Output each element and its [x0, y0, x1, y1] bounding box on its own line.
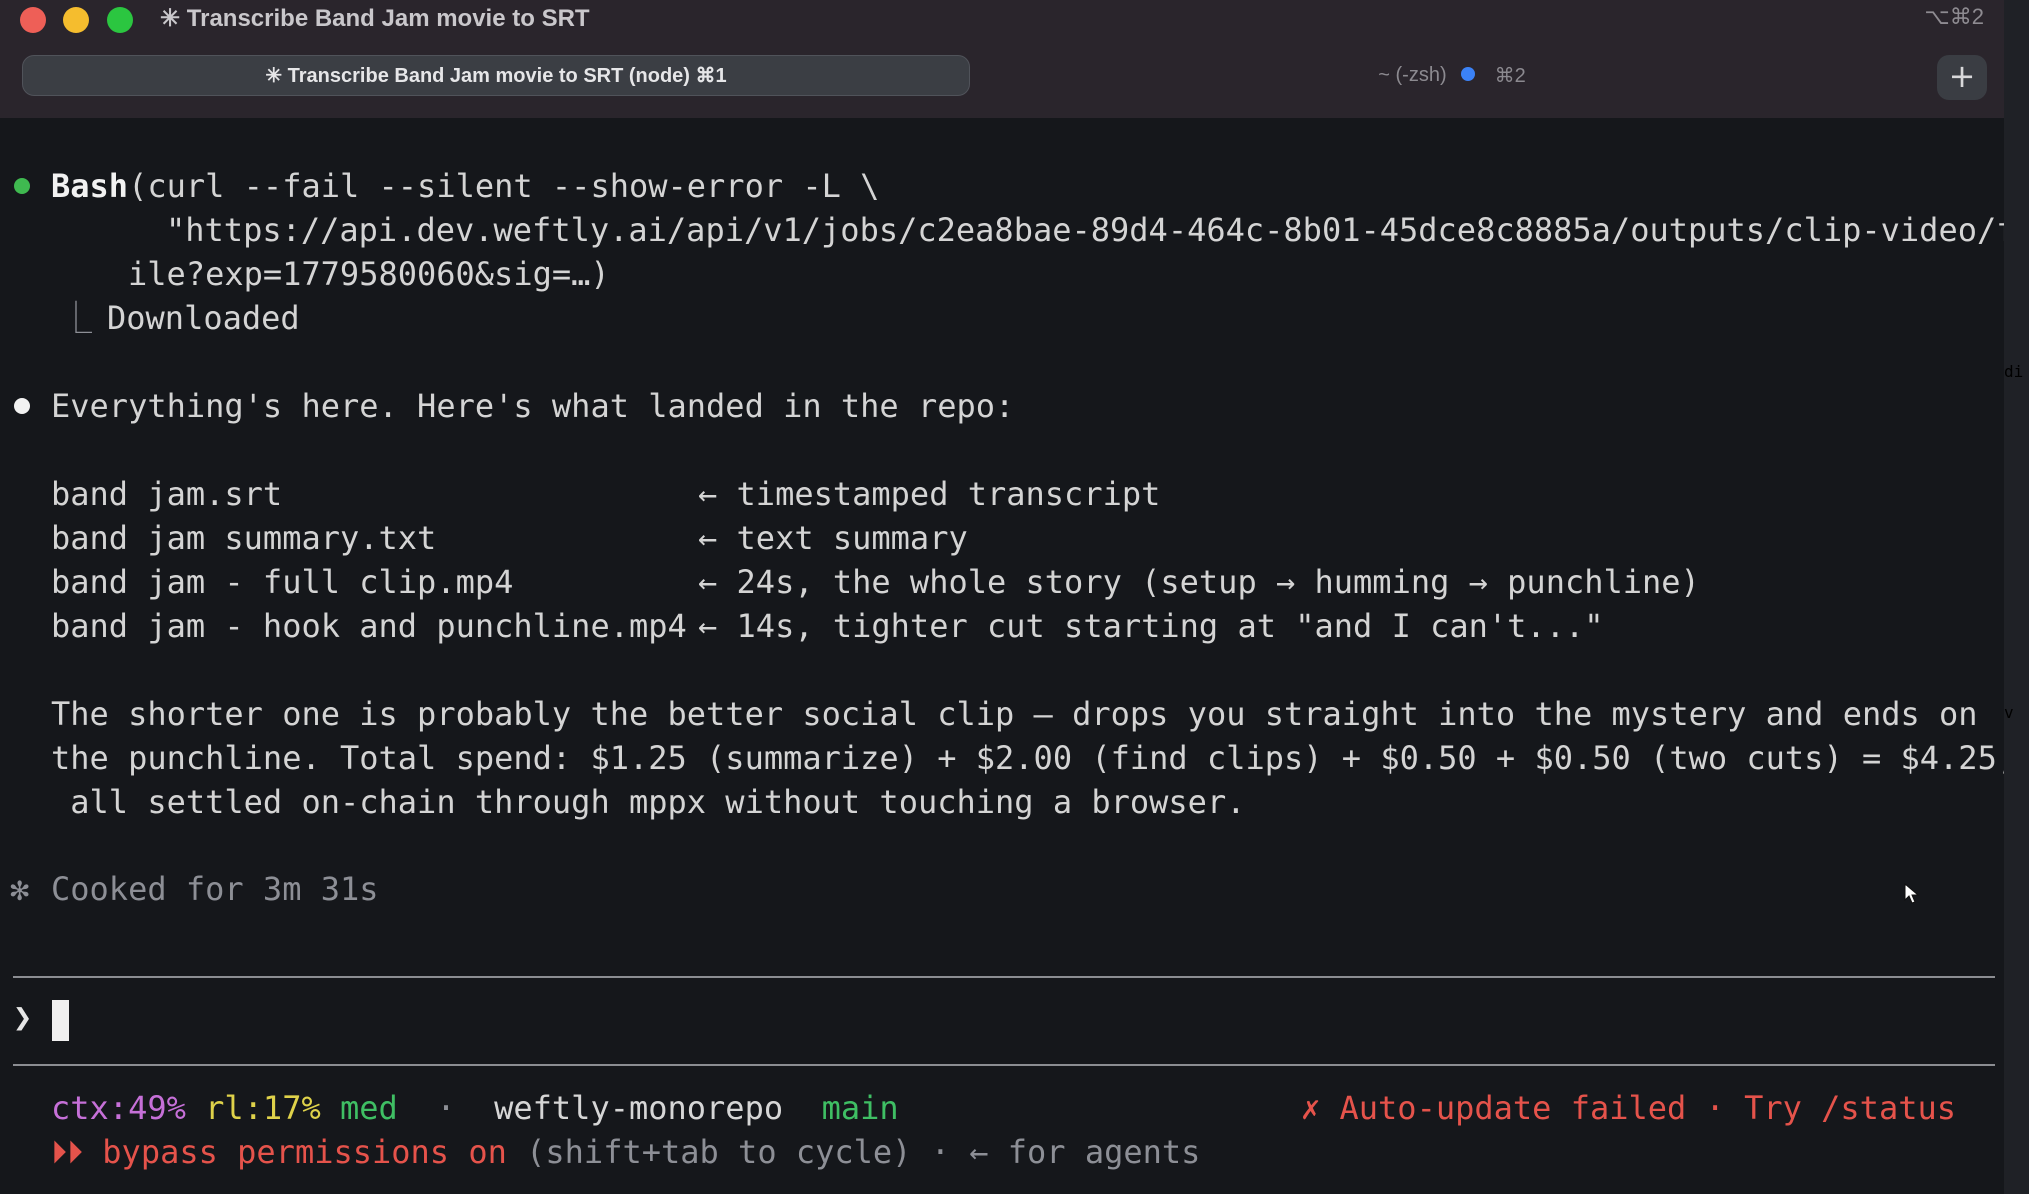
- effort-level: med: [339, 1089, 398, 1127]
- prompt-top-divider: [13, 976, 1995, 978]
- auto-update-error[interactable]: ✗ Auto-update failed · Try /status: [1301, 1086, 1956, 1130]
- tab-label: ~ (-zsh): [1378, 64, 1447, 86]
- minimize-window-button[interactable]: [63, 7, 89, 33]
- bash-command-start: (curl --fail --silent --show-error -L \: [128, 167, 880, 205]
- bash-command-line-1: Bash(curl --fail --silent --show-error -…: [51, 164, 879, 208]
- file-name: band jam - hook and punchline.mp4: [51, 607, 687, 645]
- file-name: band jam.srt: [51, 475, 283, 513]
- title-bar: ✳ Transcribe Band Jam movie to SRT ⌥⌘2 ✳…: [0, 0, 2004, 118]
- file-name: band jam - full clip.mp4: [51, 563, 514, 601]
- tab-zsh[interactable]: ~ (-zsh) ⌘2: [978, 55, 1926, 96]
- new-tab-button[interactable]: +: [1937, 55, 1987, 100]
- terminal-window: ✳ Transcribe Band Jam movie to SRT ⌥⌘2 ✳…: [0, 0, 2004, 1194]
- bash-command-line-3: ile?exp=1779580060&sig=…): [128, 255, 610, 293]
- prompt-bottom-divider: [13, 1064, 1995, 1066]
- file-name: band jam summary.txt: [51, 519, 437, 557]
- context-usage: ctx:49%: [51, 1089, 186, 1127]
- message-dot-icon: [14, 398, 30, 414]
- message-paragraph-line: the punchline. Total spend: $1.25 (summa…: [51, 739, 2004, 777]
- status-separator: ·: [436, 1089, 456, 1127]
- background-text-fragment: v: [2004, 703, 2014, 722]
- git-branch: main: [821, 1089, 899, 1127]
- file-desc: ← 14s, tighter cut starting at "and I ca…: [698, 607, 1604, 645]
- message-intro: Everything's here. Here's what landed in…: [51, 387, 1015, 425]
- mouse-pointer-icon: [1904, 883, 1920, 904]
- file-desc: ← 24s, the whole story (setup → humming …: [698, 563, 1700, 601]
- tool-name: Bash: [51, 167, 129, 205]
- cooked-star-icon: ✻: [10, 870, 30, 908]
- permission-mode-label: bypass permissions on: [102, 1133, 507, 1171]
- tab-transcribe[interactable]: ✳ Transcribe Band Jam movie to SRT (node…: [22, 55, 970, 96]
- bash-result: Downloaded: [107, 299, 300, 337]
- permission-mode-hint: (shift+tab to cycle) · ← for agents: [506, 1133, 1201, 1171]
- prompt-chevron-icon: ❯: [13, 998, 33, 1036]
- activity-dot-icon: [1460, 66, 1475, 81]
- fast-forward-icon: ⏵⏵: [51, 1133, 84, 1171]
- repo-name: weftly-monorepo: [494, 1089, 784, 1127]
- tab-shortcut: ⌘2: [1494, 65, 1526, 87]
- file-desc: ← timestamped transcript: [698, 475, 1161, 513]
- window-title: ✳ Transcribe Band Jam movie to SRT: [160, 5, 590, 32]
- prompt-input[interactable]: [74, 998, 1974, 1042]
- close-window-button[interactable]: [20, 7, 46, 33]
- background-window-edge: [2004, 0, 2029, 1194]
- tool-status-dot-icon: [14, 178, 30, 194]
- window-shortcut: ⌥⌘2: [1924, 4, 1984, 29]
- message-paragraph-line: all settled on-chain through mppx withou…: [51, 783, 1246, 821]
- permission-mode-line[interactable]: ⏵⏵ bypass permissions on (shift+tab to c…: [51, 1130, 1200, 1174]
- status-line: ctx:49% rl:17% med · weftly-monorepo mai…: [51, 1086, 899, 1130]
- bash-command-line-2: "https://api.dev.weftly.ai/api/v1/jobs/c…: [166, 211, 2004, 249]
- cooked-duration: Cooked for 3m 31s: [51, 870, 379, 908]
- zoom-window-button[interactable]: [107, 7, 133, 33]
- file-desc: ← text summary: [698, 519, 968, 557]
- background-text-fragment: di: [2004, 362, 2024, 381]
- message-paragraph-line: The shorter one is probably the better s…: [51, 695, 1978, 733]
- tab-label: ✳ Transcribe Band Jam movie to SRT (node…: [265, 65, 727, 87]
- result-branch-icon: ⎿: [60, 299, 93, 337]
- rate-limit-usage: rl:17%: [205, 1089, 321, 1127]
- text-cursor: [52, 1000, 69, 1041]
